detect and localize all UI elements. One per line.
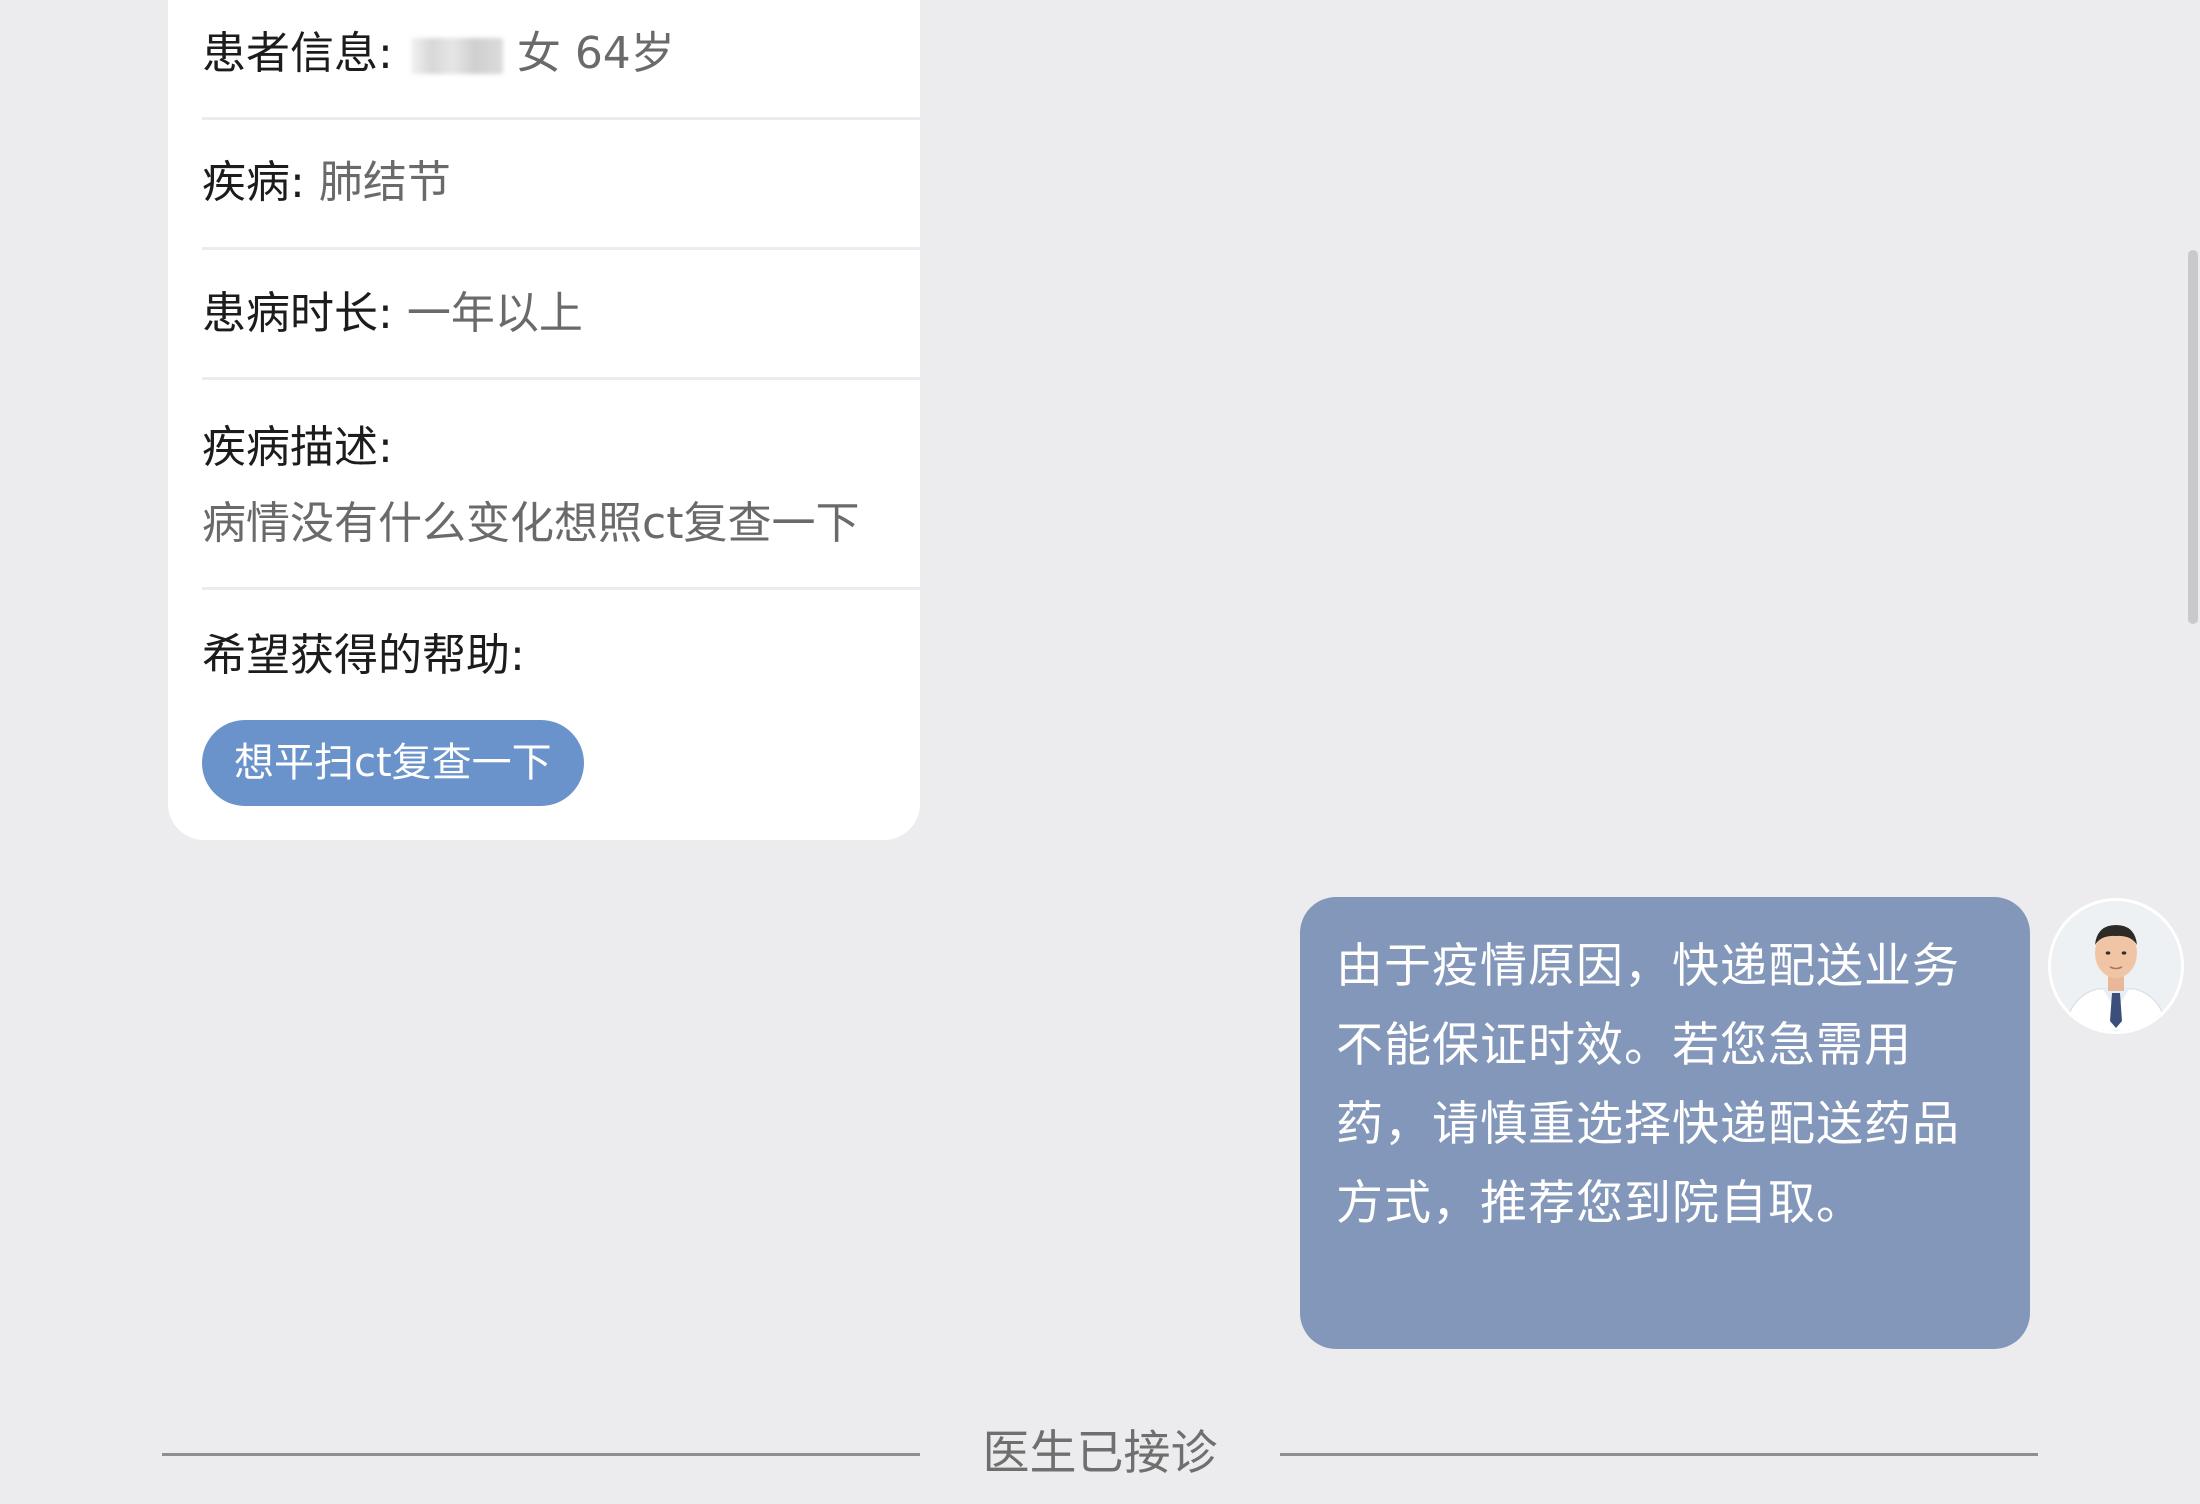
doctor-avatar-icon	[2051, 901, 2181, 1031]
disease-label: 疾病:	[202, 157, 305, 208]
disease-row: 疾病: 肺结节	[202, 120, 920, 250]
duration-value: 一年以上	[406, 288, 583, 339]
patient-gender-age: 女 64岁	[516, 28, 675, 79]
status-text: 医生已接诊	[982, 1426, 1218, 1481]
chat-area[interactable]: 患者信息: 女 64岁 疾病: 肺结节 患病时长: 一年以上 疾病描述: 病情没有什么…	[0, 0, 2200, 1504]
patient-name-redacted	[410, 38, 503, 74]
patient-info-label: 患者信息:	[202, 28, 393, 79]
description-value: 病情没有什么变化想照ct复查一下	[202, 498, 860, 549]
patient-info-row: 患者信息: 女 64岁	[202, 0, 920, 120]
doctor-avatar[interactable]	[2048, 898, 2184, 1034]
description-row: 疾病描述: 病情没有什么变化想照ct复查一下	[202, 380, 920, 590]
help-label: 希望获得的帮助:	[202, 630, 525, 681]
disease-value: 肺结节	[318, 157, 451, 208]
description-label: 疾病描述:	[202, 422, 393, 473]
duration-row: 患病时长: 一年以上	[202, 250, 920, 380]
doctor-message-bubble[interactable]: 由于疫情原因，快递配送业务不能保证时效。若您急需用药，请慎重选择快递配送药品方式…	[1300, 897, 2030, 1349]
help-request-tag: 想平扫ct复查一下	[202, 720, 584, 806]
duration-label: 患病时长:	[202, 288, 393, 339]
status-divider: 医生已接诊	[162, 1418, 2038, 1490]
scrollbar[interactable]	[2188, 250, 2198, 624]
consultation-card[interactable]: 患者信息: 女 64岁 疾病: 肺结节 患病时长: 一年以上 疾病描述: 病情没有什么…	[168, 0, 920, 840]
